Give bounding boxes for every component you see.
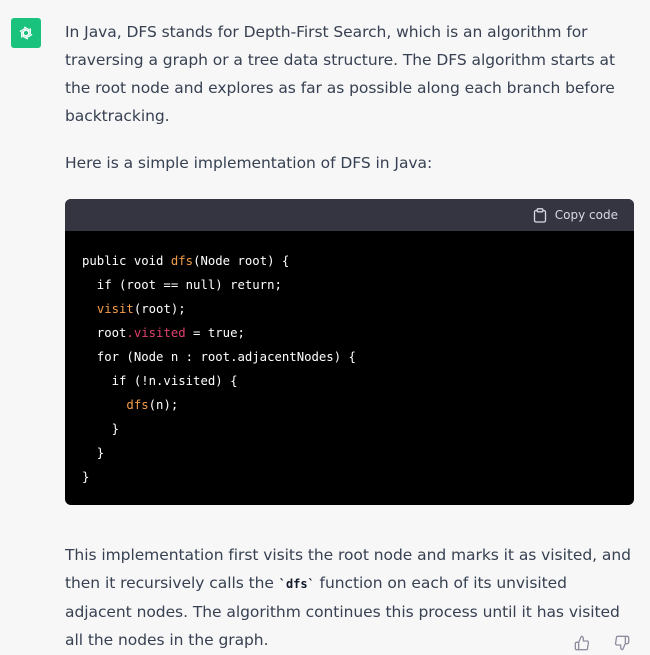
inline-code: `dfs` [278, 577, 315, 591]
code-token: (root); [133, 302, 186, 316]
code-token: for (Node n : root.adjacentNodes) { [82, 350, 356, 364]
code-line: if (!n.visited) { [82, 369, 617, 393]
code-line: visit(root); [82, 297, 617, 321]
code-token: } [82, 422, 120, 436]
code-block-header: Copy code [65, 199, 634, 231]
copy-code-button[interactable]: Copy code [533, 207, 618, 223]
code-line: } [82, 465, 617, 489]
code-line: if (root == null) return; [82, 273, 617, 297]
code-token: if (root == null) return; [82, 278, 282, 292]
message-paragraph: Here is a simple implementation of DFS i… [65, 154, 433, 172]
code-token: if (!n.visited) { [82, 374, 238, 388]
thumbs-down-icon [614, 635, 630, 651]
thumbs-down-button[interactable] [613, 634, 631, 652]
message-paragraph: This implementation first visits the roo… [65, 541, 637, 654]
code-block: Copy code public void dfs(Node root) { i… [65, 199, 634, 505]
code-token: (n); [148, 398, 179, 412]
code-token: dfs [126, 398, 149, 412]
code-token: = true; [185, 326, 245, 340]
openai-logo-icon [19, 26, 33, 40]
code-line: public void dfs(Node root) { [82, 249, 617, 273]
thumbs-up-button[interactable] [573, 634, 591, 652]
code-line: for (Node n : root.adjacentNodes) { [82, 345, 617, 369]
code-token: .visited [126, 326, 186, 340]
code-line: } [82, 417, 617, 441]
code-token: dfs [170, 254, 194, 268]
code-content[interactable]: public void dfs(Node root) { if (root ==… [65, 231, 634, 505]
code-token: public void [82, 254, 171, 268]
assistant-message: In Java, DFS stands for Depth-First Sear… [65, 18, 637, 654]
message-paragraph: In Java, DFS stands for Depth-First Sear… [65, 23, 615, 125]
code-line: dfs(n); [82, 393, 617, 417]
code-token: } [82, 446, 105, 460]
code-line: } [82, 441, 617, 465]
assistant-avatar [11, 18, 41, 48]
code-token: } [82, 470, 90, 484]
code-token: root [82, 326, 127, 340]
code-token: visit [96, 302, 134, 316]
copy-code-label: Copy code [554, 208, 618, 222]
thumbs-up-icon [574, 635, 590, 651]
clipboard-icon [533, 207, 546, 223]
code-line: root.visited = true; [82, 321, 617, 345]
code-token: (Node root) { [193, 254, 290, 268]
